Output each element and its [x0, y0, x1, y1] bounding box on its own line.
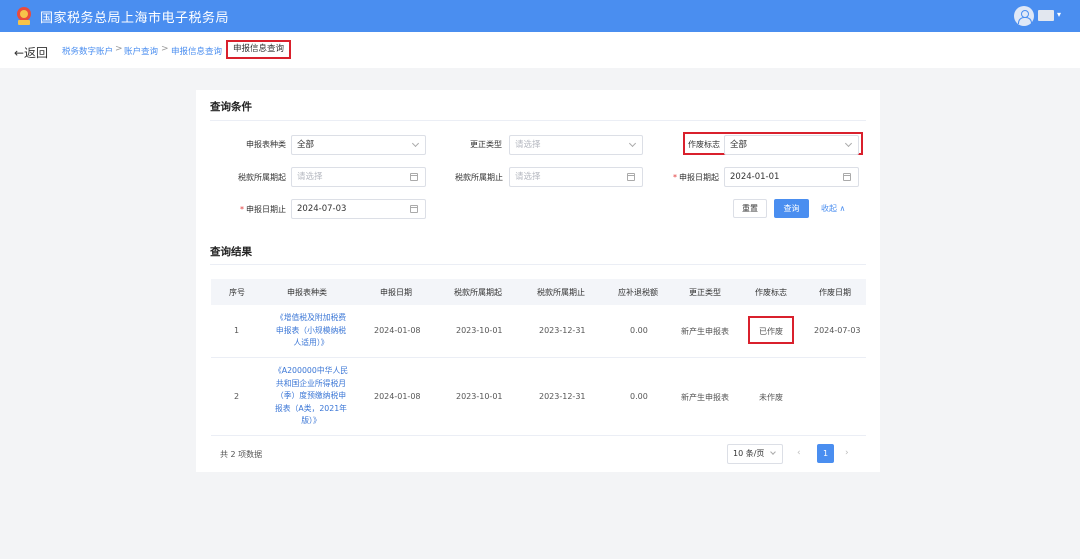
- decl-date-start-picker[interactable]: 2024-01-01: [724, 167, 859, 187]
- page-number-current[interactable]: 1: [817, 444, 834, 463]
- column-header-period-end: 税款所属期止: [537, 288, 585, 297]
- row-2-period-start: 2023-10-01: [456, 392, 503, 401]
- breadcrumb-item-digital-account[interactable]: 税务数字账户: [62, 45, 113, 57]
- column-header-void-flag: 作废标志: [755, 288, 787, 297]
- reset-button[interactable]: 重置: [733, 199, 767, 218]
- column-header-decl-date: 申报日期: [380, 288, 412, 297]
- breadcrumb-item-account-query[interactable]: 账户查询: [124, 45, 158, 57]
- chevron-down-icon: [844, 139, 853, 148]
- row-1-amount: 0.00: [630, 326, 648, 335]
- void-flag-label: 作废标志: [688, 140, 720, 149]
- row-divider: [211, 357, 866, 358]
- row-divider: [211, 435, 866, 436]
- row-2-correction-type: 新产生申报表: [681, 393, 729, 402]
- row-2-void-flag: 未作废: [759, 393, 783, 402]
- section-divider: [210, 264, 866, 265]
- decl-date-end-label: * 申报日期止: [240, 205, 286, 214]
- void-flag-select[interactable]: 全部: [724, 135, 859, 155]
- decl-date-end-picker[interactable]: 2024-07-03: [291, 199, 426, 219]
- back-button[interactable]: ←返回: [14, 44, 48, 61]
- form-type-select[interactable]: 全部: [291, 135, 426, 155]
- correction-type-select[interactable]: 请选择: [509, 135, 643, 155]
- collapse-toggle[interactable]: 收起 ∧: [821, 203, 845, 214]
- correction-type-label: 更正类型: [470, 140, 502, 149]
- query-section-title: 查询条件: [210, 101, 252, 113]
- row-2-index: 2: [234, 392, 240, 401]
- prev-page-button[interactable]: ‹: [797, 448, 801, 458]
- chevron-down-icon[interactable]: ▾: [1057, 10, 1061, 19]
- chevron-down-icon: [628, 139, 637, 148]
- calendar-icon: [410, 205, 418, 213]
- section-divider: [210, 120, 866, 121]
- tax-emblem-icon: [17, 7, 31, 25]
- chevron-down-icon: [770, 449, 776, 455]
- row-1-index: 1: [234, 326, 240, 335]
- user-name-masked[interactable]: [1038, 10, 1054, 21]
- row-1-void-date: 2024-07-03: [814, 326, 861, 335]
- column-header-correction-type: 更正类型: [689, 288, 721, 297]
- form-type-label: 申报表种类: [246, 140, 286, 149]
- user-avatar-icon[interactable]: [1014, 6, 1034, 26]
- column-header-period-start: 税款所属期起: [454, 288, 502, 297]
- row-1-void-flag: 已作废: [759, 327, 783, 336]
- column-header-void-date: 作废日期: [819, 288, 851, 297]
- results-section-title: 查询结果: [210, 246, 252, 258]
- row-2-amount: 0.00: [630, 392, 648, 401]
- period-end-label: 税款所属期止: [455, 173, 503, 182]
- row-1-correction-type: 新产生申报表: [681, 327, 729, 336]
- query-button[interactable]: 查询: [774, 199, 809, 218]
- period-end-picker[interactable]: 请选择: [509, 167, 643, 187]
- chevron-down-icon: [411, 139, 420, 148]
- column-header-index: 序号: [229, 288, 245, 297]
- row-2-form-link[interactable]: 《A200000中华人民 共和国企业所得税月 （季）度预缴纳税申 报表（A类，2…: [266, 365, 356, 428]
- page-size-select[interactable]: 10 条/页: [727, 444, 783, 464]
- breadcrumb-item-declaration-query[interactable]: 申报信息查询: [171, 45, 222, 57]
- total-count: 共 2 项数据: [220, 450, 263, 459]
- breadcrumb-separator: >: [115, 44, 123, 54]
- next-page-button[interactable]: ›: [845, 448, 849, 458]
- row-1-period-start: 2023-10-01: [456, 326, 503, 335]
- row-1-decl-date: 2024-01-08: [374, 326, 421, 335]
- calendar-icon: [627, 173, 635, 181]
- decl-date-start-label: * 申报日期起: [673, 173, 719, 182]
- breadcrumb-separator: >: [161, 44, 169, 54]
- row-1-period-end: 2023-12-31: [539, 326, 586, 335]
- site-title: 国家税务总局上海市电子税务局: [40, 11, 230, 26]
- breadcrumb-current-tab[interactable]: 申报信息查询: [226, 40, 291, 59]
- column-header-amount: 应补退税额: [618, 288, 658, 297]
- row-2-decl-date: 2024-01-08: [374, 392, 421, 401]
- calendar-icon: [843, 173, 851, 181]
- row-2-period-end: 2023-12-31: [539, 392, 586, 401]
- calendar-icon: [410, 173, 418, 181]
- top-header: 国家税务总局上海市电子税务局 ▾: [0, 0, 1080, 32]
- column-header-form-type: 申报表种类: [287, 288, 327, 297]
- period-start-label: 税款所属期起: [238, 173, 286, 182]
- row-1-form-link[interactable]: 《增值税及附加税费 申报表（小规模纳税 人适用）》: [266, 312, 356, 350]
- period-start-picker[interactable]: 请选择: [291, 167, 426, 187]
